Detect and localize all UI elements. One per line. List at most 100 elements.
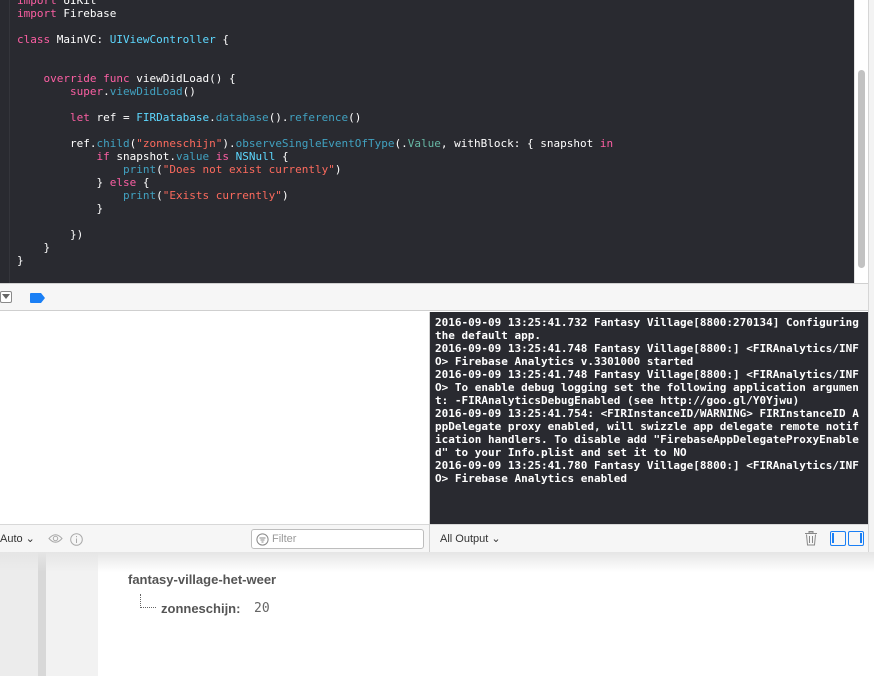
code-line[interactable]: } [17,241,613,254]
code-token: snapshot. [109,150,176,163]
code-line[interactable]: ref.child("zonneschijn").observeSingleEv… [17,137,613,150]
database-child-key[interactable]: zonneschijn: [161,601,240,616]
filter-input[interactable] [272,532,420,546]
code-token: UIViewController [109,33,216,46]
code-token: is [215,150,229,163]
code-token: in [599,137,614,150]
code-line[interactable] [17,98,613,111]
eye-icon[interactable] [48,533,63,544]
code-token: . [103,85,110,98]
code-token: } [17,176,110,189]
code-token: "zonneschijn" [136,137,223,150]
debug-bar [0,283,868,311]
code-line[interactable]: }) [17,228,613,241]
code-token: UIKit [56,0,97,7]
code-token: ref. [17,137,97,150]
code-line[interactable]: } [17,202,613,215]
code-token: viewDidLoad [109,85,183,98]
code-line[interactable]: class MainVC: UIViewController { [17,33,613,46]
code-line[interactable]: } [17,254,613,267]
code-token: { [136,176,150,189]
code-token: print [122,189,157,202]
code-line[interactable] [17,20,613,33]
code-token: ) [281,189,289,202]
console-output[interactable]: 2016-09-09 13:25:41.732 Fantasy Village[… [430,312,868,524]
code-token: func [103,72,130,85]
code-token: (). [268,111,289,124]
code-line[interactable]: super.viewDidLoad() [17,85,613,98]
code-token: "Exists currently" [162,189,282,202]
editor-gutter [0,0,10,283]
console-toolbar: All Output ⌄ [430,524,868,552]
code-token: viewDidLoad() { [129,72,236,85]
code-token: , withBlock: { snapshot [440,137,600,150]
code-line[interactable]: print("Exists currently") [17,189,613,202]
code-token: ( [156,189,163,202]
editor-scrollbar[interactable] [854,0,868,283]
breakpoint-toggle-icon[interactable] [30,293,46,303]
code-content[interactable]: import UIKit import Firebase class MainVC… [17,0,613,267]
code-token: } [17,241,51,254]
trash-icon[interactable] [804,531,818,546]
code-line[interactable] [17,124,613,137]
code-token: super [69,85,104,98]
chevron-down-icon [2,294,10,299]
variables-view[interactable] [0,312,429,524]
overlay-shadow [0,552,874,572]
code-token: else [109,176,137,189]
code-line[interactable]: let ref = FIRDatabase.database().referen… [17,111,613,124]
code-line[interactable] [17,215,613,228]
hide-debug-area-button[interactable] [0,291,12,303]
code-token: . [209,111,216,124]
info-icon[interactable] [70,533,83,546]
console-log-line: 2016-09-09 13:25:41.780 Fantasy Village[… [435,459,859,485]
code-token: ( [156,163,163,176]
code-line[interactable] [17,46,613,59]
code-token: } [17,202,104,215]
code-token: } [17,254,24,267]
code-token: value [175,150,210,163]
code-token: (. [394,137,408,150]
code-token: () [182,85,196,98]
filter-field[interactable] [251,529,424,549]
code-line[interactable] [17,59,613,72]
editor-scrollbar-thumb[interactable] [858,70,865,268]
code-token: () [348,111,362,124]
code-token: let [69,111,90,124]
output-selector[interactable]: All Output ⌄ [440,532,501,545]
database-child-value[interactable]: 20 [254,601,270,616]
code-token: reference [288,111,349,124]
code-token: import [17,7,57,20]
code-token: MainVC: [50,33,110,46]
filter-icon [256,533,269,546]
code-line[interactable]: import Firebase [17,7,613,20]
code-token: { [275,150,289,163]
show-variables-view-button[interactable] [830,531,846,546]
code-line[interactable]: override func viewDidLoad() { [17,72,613,85]
code-token: NSNull [235,150,276,163]
database-root-node[interactable]: fantasy-village-het-weer [128,572,276,587]
code-token: ) [334,163,342,176]
code-token: class [17,33,51,46]
code-editor[interactable]: import UIKit import Firebase class MainVC… [0,0,868,283]
code-line[interactable]: import UIKit [17,0,613,7]
code-token: override [43,72,97,85]
code-token: database [215,111,269,124]
scope-selector[interactable]: Auto ⌄ [0,532,35,545]
window-edge [868,0,874,552]
tree-connector [140,594,156,608]
console-log-line: 2016-09-09 13:25:41.732 Fantasy Village[… [435,316,859,342]
console-log-line: 2016-09-09 13:25:41.748 Fantasy Village[… [435,368,859,407]
code-token: FIRDatabase [136,111,210,124]
code-line[interactable]: if snapshot.value is NSNull { [17,150,613,163]
code-token: if [96,150,110,163]
code-token: import [17,0,57,7]
code-line[interactable]: } else { [17,176,613,189]
show-console-button[interactable] [848,531,864,546]
code-line[interactable]: print("Does not exist currently") [17,163,613,176]
